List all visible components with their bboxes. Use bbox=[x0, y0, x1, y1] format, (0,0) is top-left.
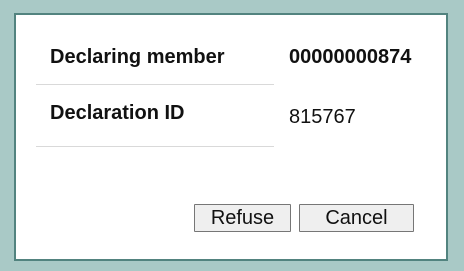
declaration-id-row: Declaration ID 815767 bbox=[36, 85, 446, 147]
declaration-dialog: Declaring member 00000000874 Declaration… bbox=[14, 13, 448, 261]
declaring-member-label: Declaring member bbox=[50, 46, 225, 68]
declaration-id-value: 815767 bbox=[289, 106, 356, 128]
declaring-member-row: Declaring member 00000000874 bbox=[36, 23, 446, 85]
declaration-id-label: Declaration ID bbox=[50, 102, 185, 124]
row-divider bbox=[36, 146, 274, 147]
declaring-member-value: 00000000874 bbox=[289, 46, 412, 68]
cancel-button[interactable]: Cancel bbox=[299, 204, 414, 232]
refuse-button[interactable]: Refuse bbox=[194, 204, 291, 232]
